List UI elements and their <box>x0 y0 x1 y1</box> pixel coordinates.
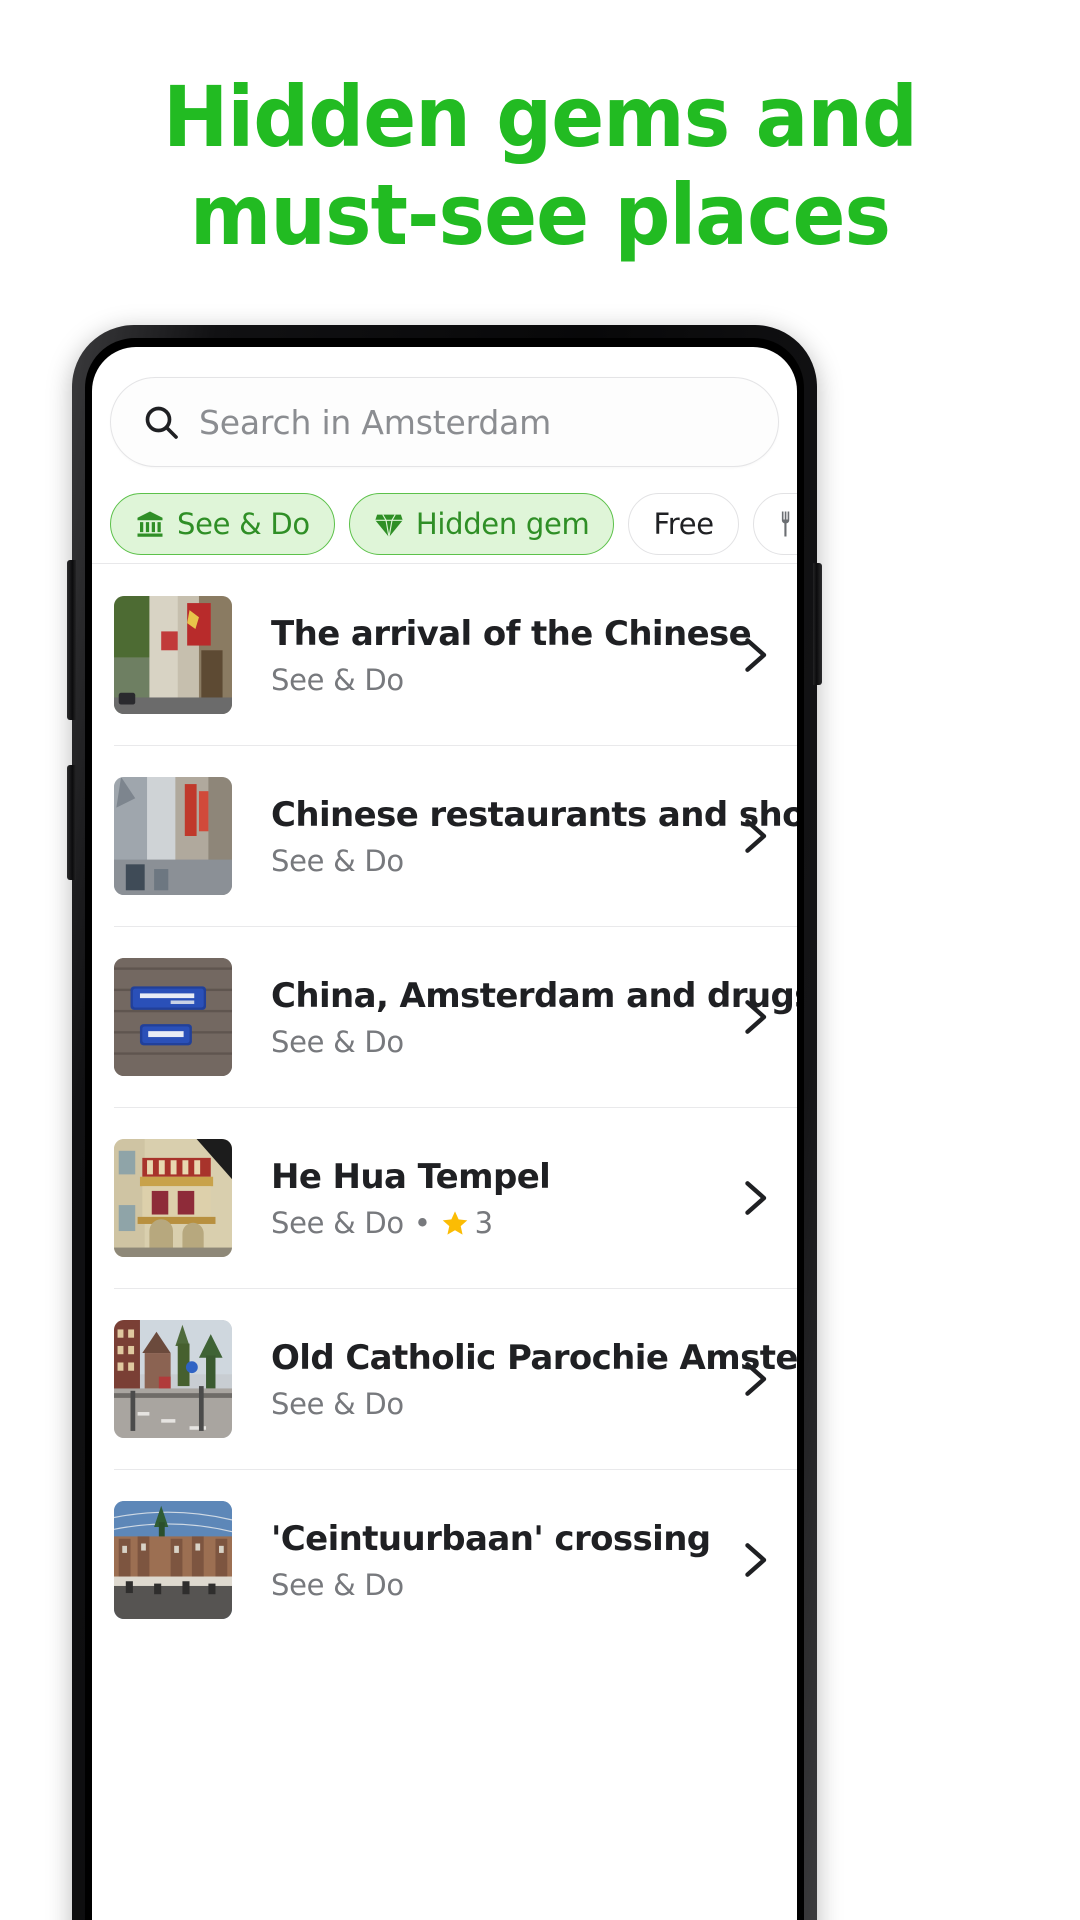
list-item-title: The arrival of the Chinese <box>271 613 752 654</box>
list-item[interactable]: 'Ceintuurbaan' crossing See & Do <box>92 1469 797 1650</box>
list-item-thumbnail <box>114 1138 232 1257</box>
list-item-text: 'Ceintuurbaan' crossing See & Do <box>232 1517 731 1603</box>
list-item-subtitle: See & Do <box>271 662 721 698</box>
chip-see-and-do[interactable]: See & Do <box>110 493 335 555</box>
list-item-thumbnail <box>114 957 232 1076</box>
list-item[interactable]: Old Catholic Parochie Amsterdam See & Do <box>92 1288 797 1469</box>
screenshot-root: Hidden gems and must-see places Search i… <box>0 0 1080 1920</box>
chevron-right-icon[interactable] <box>731 995 775 1039</box>
list-item[interactable]: Chinese restaurants and shops See & Do <box>92 745 797 926</box>
chip-label: See & Do <box>177 507 310 541</box>
search-icon <box>141 402 181 442</box>
diamond-icon <box>374 509 404 539</box>
list-item-thumbnail <box>114 595 232 714</box>
list-item-subtitle: See & Do <box>271 1386 721 1422</box>
chevron-right-icon[interactable] <box>731 1176 775 1220</box>
chip-free[interactable]: Free <box>628 493 739 555</box>
list-item-subtitle: See & Do • 3 <box>271 1205 721 1241</box>
results-list[interactable]: The arrival of the Chinese See & Do Chin… <box>92 564 797 1920</box>
list-item-subtitle: See & Do <box>271 1024 721 1060</box>
list-item-category: See & Do <box>271 1205 404 1240</box>
list-item-title: He Hua Tempel <box>271 1156 551 1197</box>
search-bar-container: Search in Amsterdam <box>110 377 779 467</box>
chip-hidden-gem[interactable]: Hidden gem <box>348 493 615 555</box>
list-item-subtitle: See & Do <box>271 1567 721 1603</box>
list-item-category: See & Do <box>271 1386 404 1421</box>
list-item[interactable]: The arrival of the Chinese See & Do <box>92 564 797 745</box>
chip-label: Hidden gem <box>415 507 590 541</box>
phone-power-button <box>813 563 822 685</box>
list-item-category: See & Do <box>271 1024 404 1059</box>
list-item-thumbnail <box>114 776 232 895</box>
page-title: Hidden gems and must-see places <box>38 68 1042 264</box>
search-placeholder-text: Search in Amsterdam <box>199 402 552 442</box>
list-item-title: Chinese restaurants and shops <box>271 794 797 835</box>
list-item-text: Old Catholic Parochie Amsterdam See & Do <box>232 1336 797 1422</box>
chevron-right-icon[interactable] <box>731 633 775 677</box>
chip-eat[interactable]: Eat <box>752 493 797 555</box>
list-item-text: He Hua Tempel See & Do • 3 <box>232 1155 731 1241</box>
museum-icon <box>135 509 165 539</box>
chevron-right-icon[interactable] <box>731 1538 775 1582</box>
list-item-title: 'Ceintuurbaan' crossing <box>271 1518 711 1559</box>
list-item-category: See & Do <box>271 1567 404 1602</box>
phone-mockup-frame: Search in Amsterdam See & Do Hidden gem … <box>67 325 822 1920</box>
star-icon <box>441 1209 469 1237</box>
list-item-rating: 3 <box>474 1205 493 1240</box>
list-item-title: Old Catholic Parochie Amsterdam <box>271 1337 797 1378</box>
search-input[interactable]: Search in Amsterdam <box>110 377 779 467</box>
list-item-text: Chinese restaurants and shops See & Do <box>232 793 797 879</box>
phone-secondary-button <box>67 765 76 880</box>
list-item-category: See & Do <box>271 662 404 697</box>
phone-volume-button <box>67 560 76 720</box>
chevron-right-icon[interactable] <box>731 814 775 858</box>
list-item-text: The arrival of the Chinese See & Do <box>232 612 752 698</box>
list-item-thumbnail <box>114 1500 232 1619</box>
subtitle-separator-dot: • <box>413 1205 431 1240</box>
list-item-category: See & Do <box>271 843 404 878</box>
list-item[interactable]: China, Amsterdam and drugs See & Do <box>92 926 797 1107</box>
list-item-subtitle: See & Do <box>271 843 721 879</box>
cutlery-icon <box>778 509 797 539</box>
filter-chips-row[interactable]: See & Do Hidden gem Free <box>92 485 797 563</box>
list-item[interactable]: He Hua Tempel See & Do • 3 <box>92 1107 797 1288</box>
page-title-line-1: Hidden gems and <box>162 68 918 166</box>
list-item-text: China, Amsterdam and drugs See & Do <box>232 974 797 1060</box>
list-item-thumbnail <box>114 1319 232 1438</box>
chevron-right-icon[interactable] <box>731 1357 775 1401</box>
page-title-line-2: must-see places <box>189 166 891 264</box>
chip-label: Free <box>653 507 714 541</box>
list-item-title: China, Amsterdam and drugs <box>271 975 797 1016</box>
phone-screen: Search in Amsterdam See & Do Hidden gem … <box>92 347 797 1920</box>
